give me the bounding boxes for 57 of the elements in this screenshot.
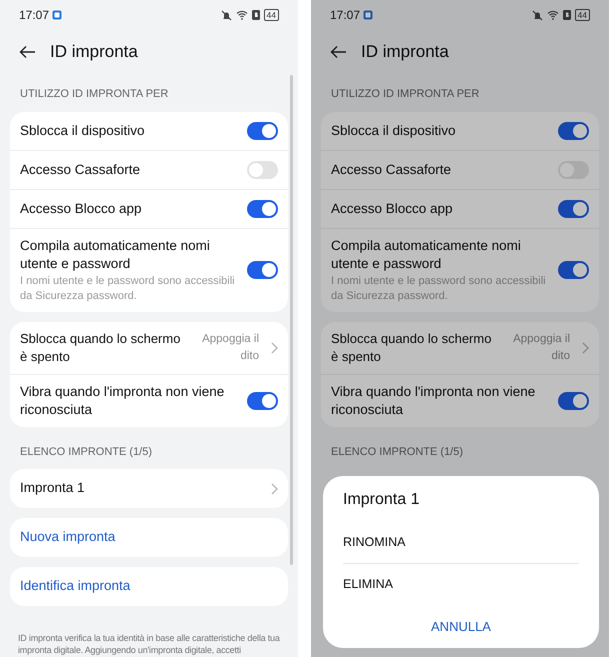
dialog-option[interactable]: RINOMINA (343, 522, 579, 564)
chevron-icon (582, 342, 589, 354)
back-icon[interactable] (19, 45, 36, 59)
setting-label: Vibra quando l'impronta non viene riconosciuta (20, 382, 226, 418)
status-time: 17:07 (330, 7, 360, 24)
bell-muted-icon (220, 10, 232, 20)
setting-value: Appoggia il dito (512, 332, 570, 364)
toggle-switch[interactable] (247, 392, 278, 410)
setting-label: Sblocca quando lo schermo è spento (20, 330, 182, 366)
setting-label: Accesso Cassaforte (20, 160, 142, 178)
section-header: UTILIZZO ID IMPRONTA PER (330, 87, 480, 102)
setting-label: Vibra quando l'impronta non viene riconosciuta (331, 382, 536, 418)
setting-description: I nomi utente e le password sono accessibili da Sicurezza password. (331, 274, 546, 304)
battery-level: 44 (264, 9, 279, 21)
cancel-button[interactable]: ANNULLA (343, 608, 579, 644)
setting-label: Sblocca il dispositivo (20, 122, 146, 140)
bell-muted-icon (532, 10, 543, 20)
notification-icon (363, 10, 374, 20)
toggle-switch[interactable] (247, 200, 278, 218)
notification-icon (52, 10, 62, 20)
setting-label: Accesso Cassaforte (331, 160, 452, 178)
wifi-icon (236, 10, 248, 20)
setting-label: Sblocca il dispositivo (331, 122, 457, 140)
setting-label: Compila automaticamente nomi utente e password (20, 236, 211, 272)
setting-label: Accesso Blocco app (20, 200, 143, 218)
toggle-switch[interactable] (247, 261, 278, 279)
setting-value: Appoggia il dito (201, 332, 259, 364)
toggle-switch[interactable] (247, 122, 278, 140)
toggle-switch[interactable] (247, 160, 278, 178)
toggle-switch[interactable] (558, 261, 589, 279)
dialog-option[interactable]: ELIMINA (343, 564, 579, 604)
toggle-switch[interactable] (558, 122, 589, 140)
status-time: 17:07 (19, 7, 50, 24)
section-header: ELENCO IMPRONTE (1/5) (330, 444, 464, 460)
footer-text: ID impronta verifica la tua identità in base alle caratteristiche della tua impronta digitale. Aggiungendo un'impronta digitale, accetti (17, 632, 281, 656)
page-title: ID impronta (361, 41, 449, 64)
toggle-switch[interactable] (558, 200, 589, 218)
sim-card-icon (562, 10, 571, 20)
back-icon[interactable] (330, 45, 347, 59)
setting-description: I nomi utente e le password sono accessibili da Sicurezza password. (20, 274, 235, 304)
chevron-icon (271, 482, 278, 494)
battery-level: 44 (574, 9, 590, 21)
dialog-title: Impronta 1 (343, 490, 420, 510)
page-title: ID impronta (50, 41, 138, 64)
setting-label: Compila automaticamente nomi utente e password (331, 236, 522, 272)
section-header: UTILIZZO ID IMPRONTA PER (19, 87, 170, 102)
action-link[interactable]: Identifica impronta (20, 576, 130, 597)
action-link[interactable]: Nuova impronta (20, 527, 116, 548)
section-header: ELENCO IMPRONTE (1/5) (19, 444, 154, 460)
scrollbar[interactable] (290, 75, 293, 565)
setting-label: Accesso Blocco app (331, 200, 454, 218)
wifi-icon (546, 10, 559, 20)
toggle-switch[interactable] (558, 392, 589, 410)
chevron-icon (271, 342, 278, 354)
fingerprint-item[interactable]: Impronta 1 (20, 478, 259, 499)
setting-label: Sblocca quando lo schermo è spento (331, 330, 492, 366)
sim-card-icon (252, 10, 260, 20)
